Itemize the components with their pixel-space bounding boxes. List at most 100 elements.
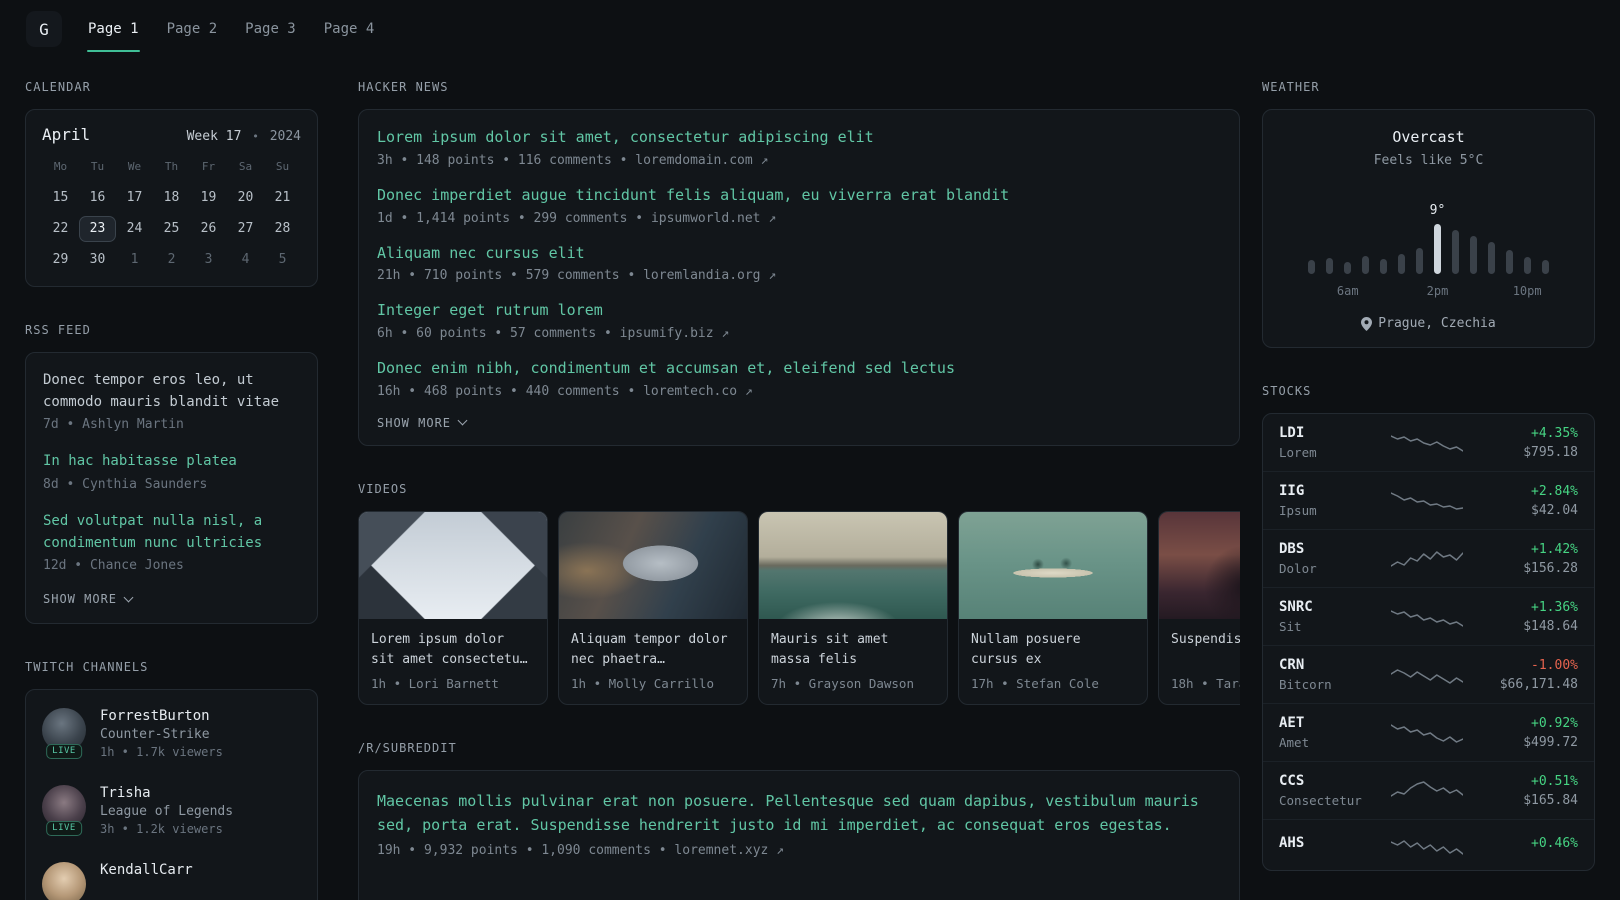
stock-price: $66,171.48	[1499, 676, 1578, 692]
weather-hour-bar	[1344, 262, 1351, 274]
stocks-widget: STOCKS LDI Lorem +4.35% $795.18 IIG Ipsu…	[1262, 384, 1595, 871]
calendar-day: 26	[200, 221, 217, 236]
weather-hour-bar	[1542, 260, 1549, 274]
video-info: Mauris sit amet massa felis 7h • Grayson…	[759, 619, 947, 704]
rss-item-meta: 8d • Cynthia Saunders	[43, 477, 208, 493]
twitch-channel-row[interactable]: KendallCarr	[42, 862, 301, 900]
weather-feels-like: Feels like 5°C	[1373, 153, 1484, 168]
stock-symbol: AET	[1279, 715, 1305, 731]
rss-feed-widget: RSS FEED Donec tempor eros leo, ut commo…	[25, 323, 318, 625]
stock-price: $156.28	[1523, 560, 1578, 576]
tab-page-3[interactable]: Page 3	[231, 0, 310, 58]
video-info: Lorem ipsum dolor sit amet consectetu… 1…	[359, 619, 547, 704]
avatar: LIVE	[42, 708, 86, 760]
news-item-domain-link[interactable]: ipsumworld.net ↗	[651, 211, 776, 226]
news-item-stats: 3h • 148 points • 116 comments •	[377, 152, 636, 168]
video-card[interactable]: Aliquam tempor dolor nec phaetra… 1h • M…	[558, 510, 748, 705]
stock-row[interactable]: AHS +0.46%	[1263, 819, 1594, 870]
weather-hour-bar	[1524, 257, 1531, 274]
weather-widget: WEATHER Overcast Feels like 5°C 9° 6am 2…	[1262, 80, 1595, 348]
news-item-meta: 6h • 60 points • 57 comments • ipsumify.…	[377, 326, 1221, 341]
video-meta: 18h • Tara	[1171, 675, 1240, 691]
stock-symbol: SNRC	[1279, 599, 1313, 615]
channel-game: Counter-Strike	[100, 727, 210, 743]
time-label: 2pm	[1426, 284, 1449, 298]
news-item-domain-link[interactable]: loremlandia.org ↗	[643, 268, 776, 283]
stock-row[interactable]: DBS Dolor +1.42% $156.28	[1263, 529, 1594, 587]
rss-item: Donec tempor eros leo, ut commodo mauris…	[43, 370, 300, 432]
calendar-day-header: We	[127, 160, 142, 173]
stock-row[interactable]: LDI Lorem +4.35% $795.18	[1263, 414, 1594, 471]
stock-sparkline	[1375, 661, 1478, 689]
news-item-stats: 16h • 468 points • 440 comments •	[377, 383, 644, 399]
stock-symbol: AHS	[1279, 835, 1305, 851]
twitch-channel-row[interactable]: LIVE Trisha League of Legends 3h • 1.2k …	[42, 785, 301, 837]
tab-page-4[interactable]: Page 4	[310, 0, 389, 58]
stock-identity: CCS Consectetur	[1279, 773, 1375, 808]
weather-hour-bar	[1452, 230, 1459, 274]
page-tabs: Page 1 Page 2 Page 3 Page 4	[74, 0, 388, 58]
news-item-link[interactable]: Lorem ipsum dolor sit amet, consectetur …	[377, 127, 1221, 149]
news-item-link[interactable]: Integer eget rutrum lorem	[377, 300, 1221, 322]
stock-identity: AET Amet	[1279, 715, 1375, 750]
video-card[interactable]: Lorem ipsum dolor sit amet consectetu… 1…	[358, 510, 548, 705]
rss-show-more-button[interactable]: SHOW MORE	[43, 592, 134, 606]
news-item-meta: 1d • 1,414 points • 299 comments • ipsum…	[377, 211, 1221, 226]
stocks-card: LDI Lorem +4.35% $795.18 IIG Ipsum +2.84…	[1262, 413, 1595, 871]
stock-row[interactable]: AET Amet +0.92% $499.72	[1263, 703, 1594, 761]
tab-page-2[interactable]: Page 2	[153, 0, 232, 58]
twitch-channels-widget: TWITCH CHANNELS LIVE ForrestBurton Count…	[25, 660, 318, 900]
twitch-card: LIVE ForrestBurton Counter-Strike 1h • 1…	[25, 689, 318, 900]
video-card[interactable]: Nullam posuere cursus ex 17h • Stefan Co…	[958, 510, 1148, 705]
post-domain-link[interactable]: loremnet.xyz ↗	[674, 843, 784, 858]
stock-price: $148.64	[1523, 618, 1578, 634]
center-column: HACKER NEWS Lorem ipsum dolor sit amet, …	[358, 80, 1240, 900]
calendar-day: 19	[200, 190, 217, 205]
stock-symbol: LDI	[1279, 425, 1305, 441]
news-item-domain-link[interactable]: ipsumify.biz ↗	[620, 326, 730, 341]
avatar	[42, 862, 86, 900]
rss-item-link[interactable]: In hac habitasse platea	[43, 451, 300, 473]
calendar-day: 29	[52, 252, 69, 267]
chevron-down-icon	[123, 592, 134, 603]
stock-change: +1.36%	[1531, 599, 1578, 615]
rss-item-meta: 7d • Ashlyn Martin	[43, 417, 184, 433]
news-item-link[interactable]: Aliquam nec cursus elit	[377, 243, 1221, 265]
stock-sparkline	[1375, 777, 1478, 805]
stock-row[interactable]: IIG Ipsum +2.84% $42.04	[1263, 471, 1594, 529]
stock-identity: CRN Bitcorn	[1279, 657, 1375, 692]
tab-page-1[interactable]: Page 1	[74, 0, 153, 58]
rss-item-link[interactable]: Donec tempor eros leo, ut commodo mauris…	[43, 370, 300, 413]
news-item-link[interactable]: Donec imperdiet augue tincidunt felis al…	[377, 185, 1221, 207]
news-item-link[interactable]: Donec enim nibh, condimentum et accumsan…	[377, 358, 1221, 380]
news-item-domain-link[interactable]: loremdomain.com ↗	[635, 153, 768, 168]
video-card[interactable]: Mauris sit amet massa felis 7h • Grayson…	[758, 510, 948, 705]
stock-row[interactable]: SNRC Sit +1.36% $148.64	[1263, 587, 1594, 645]
stock-symbol: IIG	[1279, 483, 1305, 499]
stock-values: +2.84% $42.04	[1478, 484, 1578, 518]
video-title: Lorem ipsum dolor sit amet consectetu…	[371, 631, 528, 667]
post-link[interactable]: Maecenas mollis pulvinar erat non posuer…	[377, 789, 1221, 837]
stock-values: +0.92% $499.72	[1478, 716, 1578, 750]
stock-price: $499.72	[1523, 734, 1578, 750]
post-meta: 19h • 9,932 points • 1,090 comments • lo…	[377, 843, 1221, 858]
news-item-domain-link[interactable]: loremtech.co ↗	[643, 384, 753, 399]
video-meta: 1h • Lori Barnett	[371, 675, 499, 691]
twitch-channel-row[interactable]: LIVE ForrestBurton Counter-Strike 1h • 1…	[42, 708, 301, 760]
hacker-news-show-more-button[interactable]: SHOW MORE	[377, 416, 468, 430]
rss-item: Sed volutpat nulla nisl, a condimentum n…	[43, 511, 300, 573]
stock-values: -1.00% $66,171.48	[1478, 658, 1578, 692]
channel-game: League of Legends	[100, 804, 234, 820]
calendar-day: 27	[237, 221, 254, 236]
calendar-day: 4	[241, 252, 250, 267]
weather-hour-bar	[1398, 254, 1405, 274]
calendar-day: 17	[126, 190, 143, 205]
stock-row[interactable]: CRN Bitcorn -1.00% $66,171.48	[1263, 645, 1594, 703]
rss-item-link[interactable]: Sed volutpat nulla nisl, a condimentum n…	[43, 511, 300, 554]
stock-values: +0.46%	[1478, 836, 1578, 855]
video-card[interactable]: Suspendisse diam 18h • Tara	[1158, 510, 1240, 705]
video-info: Nullam posuere cursus ex 17h • Stefan Co…	[959, 619, 1147, 704]
stock-row[interactable]: CCS Consectetur +0.51% $165.84	[1263, 761, 1594, 819]
calendar-card: April Week 17 • 2024 Mo Tu We Th Fr Sa Su 15 16 1…	[25, 109, 318, 287]
stock-sparkline	[1375, 831, 1478, 859]
